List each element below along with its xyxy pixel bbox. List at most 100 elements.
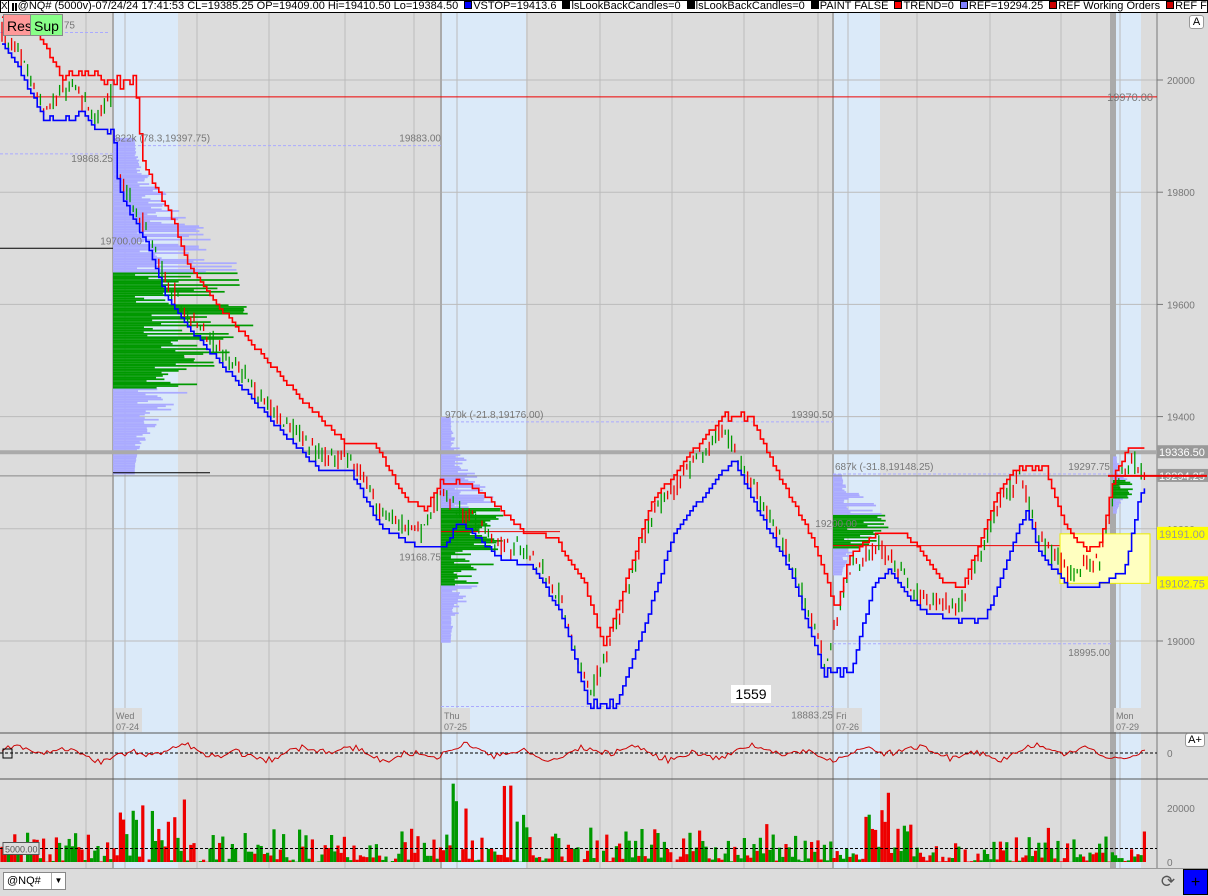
refresh-icon[interactable]: ⟳: [1158, 872, 1178, 892]
volume-bar: [151, 811, 154, 862]
volume-profile-bar: [1113, 497, 1128, 499]
volume-profile-bar: [113, 464, 135, 466]
volume-profile-bar: [113, 466, 135, 468]
volume-profile-bar: [833, 488, 842, 490]
volume-bar: [951, 858, 954, 862]
volume-bar: [637, 856, 640, 862]
volume-bar: [1120, 858, 1123, 862]
volume-bar: [516, 822, 519, 862]
volume-profile-bar: [113, 328, 153, 330]
volume-bar: [528, 837, 531, 862]
volume-bar: [733, 847, 736, 862]
volume-bar: [903, 826, 906, 862]
volume-bar: [244, 833, 247, 862]
volume-profile-bar: [441, 468, 461, 470]
volume-bar: [173, 817, 176, 862]
volume-bar: [93, 851, 96, 862]
volume-profile-bar: [833, 538, 844, 540]
volume-bar: [365, 857, 368, 862]
volume-bar: [535, 858, 538, 862]
volume-bar: [106, 842, 109, 862]
volume-bar: [391, 861, 394, 862]
volume-bar: [874, 830, 877, 862]
volume-profile-bar: [113, 402, 137, 404]
volume-profile-bar: [113, 314, 152, 316]
volume-profile-bar: [113, 363, 176, 365]
legend-swatch: [894, 1, 902, 9]
volume-profile-bar: [113, 281, 179, 283]
volume-profile-bar: [113, 279, 239, 281]
volume-bar: [426, 856, 429, 862]
volume-bar: [839, 855, 842, 862]
volume-bar: [887, 793, 890, 862]
legend-item: REF Working Orders: [1058, 0, 1160, 12]
volume-bar: [74, 833, 77, 862]
volume-profile-bar: [113, 304, 229, 306]
volume-bar: [506, 857, 509, 862]
price-chart[interactable]: 20000198001960019400192001900020084.7582…: [0, 13, 1208, 869]
volume-bar: [896, 829, 899, 862]
volume-profile-bar: [113, 360, 194, 362]
volume-profile-bar: [441, 458, 464, 460]
volume-profile-bar: [113, 318, 190, 320]
volume-bar: [954, 843, 957, 862]
volume-profile-bar: [833, 532, 873, 534]
close-icon[interactable]: X: [1, 1, 9, 12]
volume-profile-bar: [441, 574, 457, 576]
volume-bar: [999, 842, 1002, 862]
volume-bar: [640, 829, 643, 862]
volume-bar: [1124, 861, 1127, 862]
session-date: 07-25: [444, 722, 467, 732]
volume-bar: [925, 861, 928, 862]
volume-bar: [624, 832, 627, 862]
volume-profile-bar: [1113, 456, 1117, 458]
volume-profile-bar: [441, 479, 468, 481]
volume-bar: [864, 817, 867, 862]
volume-profile-bar: [441, 587, 472, 589]
volume-bar: [176, 838, 179, 862]
volume-bar: [861, 859, 864, 862]
volume-profile-bar: [441, 606, 459, 608]
volume-profile-bar: [441, 511, 476, 513]
volume-profile-bar: [113, 377, 156, 379]
volume-bar: [170, 860, 173, 862]
volume-profile-bar: [113, 180, 144, 182]
sup-button[interactable]: Sup: [30, 14, 63, 36]
price-annotation: 822k (78.3,19397.75): [115, 134, 210, 145]
volume-profile-bar: [113, 427, 147, 429]
volume-profile-bar: [833, 501, 844, 503]
volume-bar: [1082, 857, 1085, 862]
legend-swatch: [1166, 1, 1174, 9]
symbol-select[interactable]: @NQ#▼: [3, 872, 66, 890]
volume-bar: [621, 859, 624, 862]
legend-item: TREND=0: [903, 0, 953, 12]
volume-bar: [372, 857, 375, 862]
auto-scale-plus-button[interactable]: A+: [1185, 733, 1205, 747]
volume-bar: [157, 829, 160, 862]
volume-profile-bar: [441, 628, 452, 630]
volume-bar: [560, 856, 563, 862]
add-chart-button[interactable]: +: [1183, 869, 1208, 895]
volume-profile-bar: [113, 277, 148, 279]
volume-profile-bar: [113, 202, 148, 204]
volume-bar: [893, 848, 896, 862]
volume-profile-bar: [113, 456, 137, 458]
volume-profile-bar: [441, 552, 455, 554]
auto-scale-button[interactable]: A: [1189, 15, 1204, 29]
volume-bar: [1111, 852, 1114, 862]
volume-bar: [68, 839, 71, 862]
volume-bar: [340, 853, 343, 862]
volume-bar: [167, 822, 170, 862]
volume-profile-bar: [113, 392, 187, 394]
legend-item: lsLookBackCandles=0: [571, 0, 680, 12]
chevron-down-icon[interactable]: ▼: [51, 873, 65, 889]
volume-bar: [400, 831, 403, 862]
price-annotation: 18883.25: [791, 710, 833, 721]
y-tick-label: 19800: [1167, 188, 1195, 199]
volume-bar: [698, 831, 701, 862]
volume-profile-bar: [441, 602, 457, 604]
volume-bar: [407, 860, 410, 862]
volume-profile-bar: [113, 146, 135, 148]
volume-profile-bar: [833, 542, 851, 544]
volume-bar: [650, 845, 653, 862]
